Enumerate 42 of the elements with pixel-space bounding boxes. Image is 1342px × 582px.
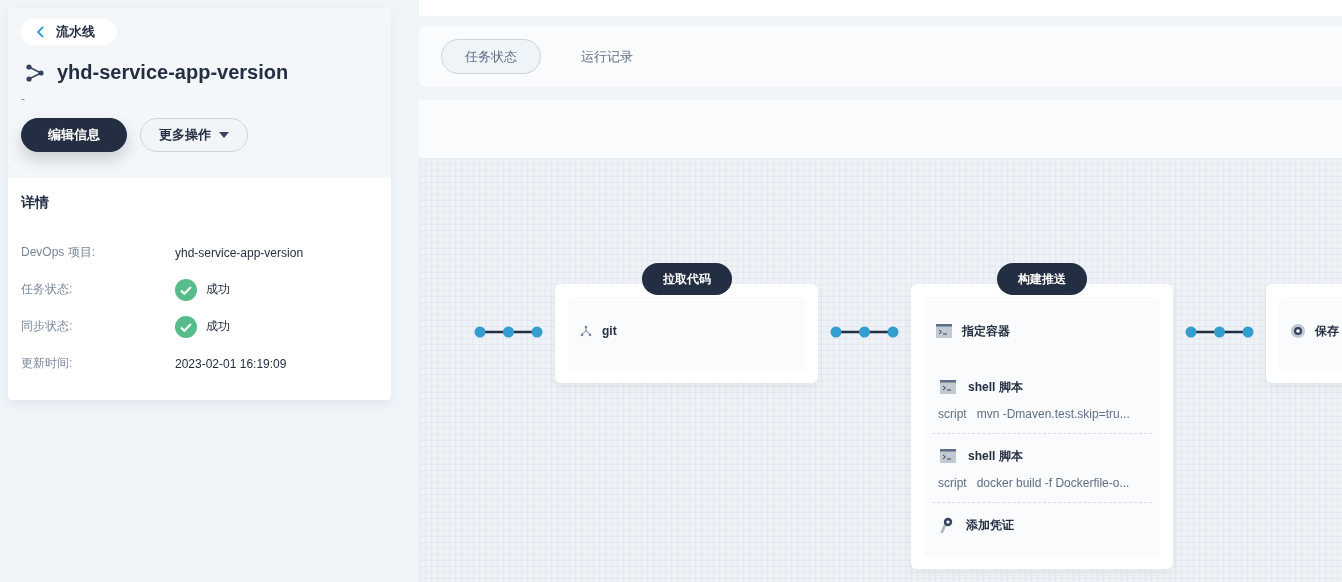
caret-icon (219, 132, 229, 138)
detail-label: 任务状态: (21, 281, 74, 298)
terminal-icon (940, 449, 956, 463)
stage-title: 构建推送 (997, 263, 1087, 295)
connector-drawing (1185, 326, 1254, 338)
branch-icon (580, 325, 592, 337)
details-title: 详情 (21, 194, 50, 212)
stage-title: 拉取代码 (641, 263, 732, 295)
step-name: shell 脚本 (968, 447, 1023, 465)
step-name: 保存 (1315, 322, 1339, 340)
step-name: 指定容器 (962, 322, 1010, 340)
step-name: shell 脚本 (968, 378, 1023, 396)
connector-drawing (830, 326, 899, 338)
terminal-icon (936, 324, 952, 338)
check-circle-icon (175, 278, 197, 301)
key-icon (940, 517, 954, 533)
connector-drawing (474, 326, 543, 338)
script-label: script (938, 476, 967, 490)
step-name: git (602, 324, 617, 338)
detail-value: 成功 (206, 318, 230, 335)
tab[interactable]: 运行记录 (557, 39, 657, 74)
detail-label: DevOps 项目: (21, 244, 96, 261)
detail-value: yhd-service-app-version (175, 245, 304, 260)
pipeline-icon (25, 62, 45, 83)
disc-icon (1291, 324, 1305, 338)
script-label: script (938, 407, 967, 421)
chevron-left-icon (37, 26, 44, 38)
step-name: 添加凭证 (966, 516, 1014, 534)
more-actions-button[interactable]: 更多操作 (140, 118, 248, 152)
detail-label: 更新时间: (21, 355, 74, 372)
script-text: mvn -Dmaven.test.skip=tru... (976, 407, 1130, 421)
pipeline-title: yhd-service-app-version (57, 61, 289, 84)
detail-label: 同步状态: (21, 318, 74, 335)
terminal-icon (940, 380, 956, 394)
script-text: docker build -f Dockerfile-o... (976, 476, 1130, 490)
detail-value: 2023-02-01 16:19:09 (175, 356, 287, 371)
edit-button[interactable]: 编辑信息 (21, 118, 127, 152)
back-link[interactable]: 流水线 (21, 19, 117, 45)
description-text: - (21, 92, 25, 106)
detail-value: 成功 (206, 281, 230, 298)
tab[interactable]: 任务状态 (441, 39, 541, 74)
check-circle-icon (175, 315, 197, 338)
